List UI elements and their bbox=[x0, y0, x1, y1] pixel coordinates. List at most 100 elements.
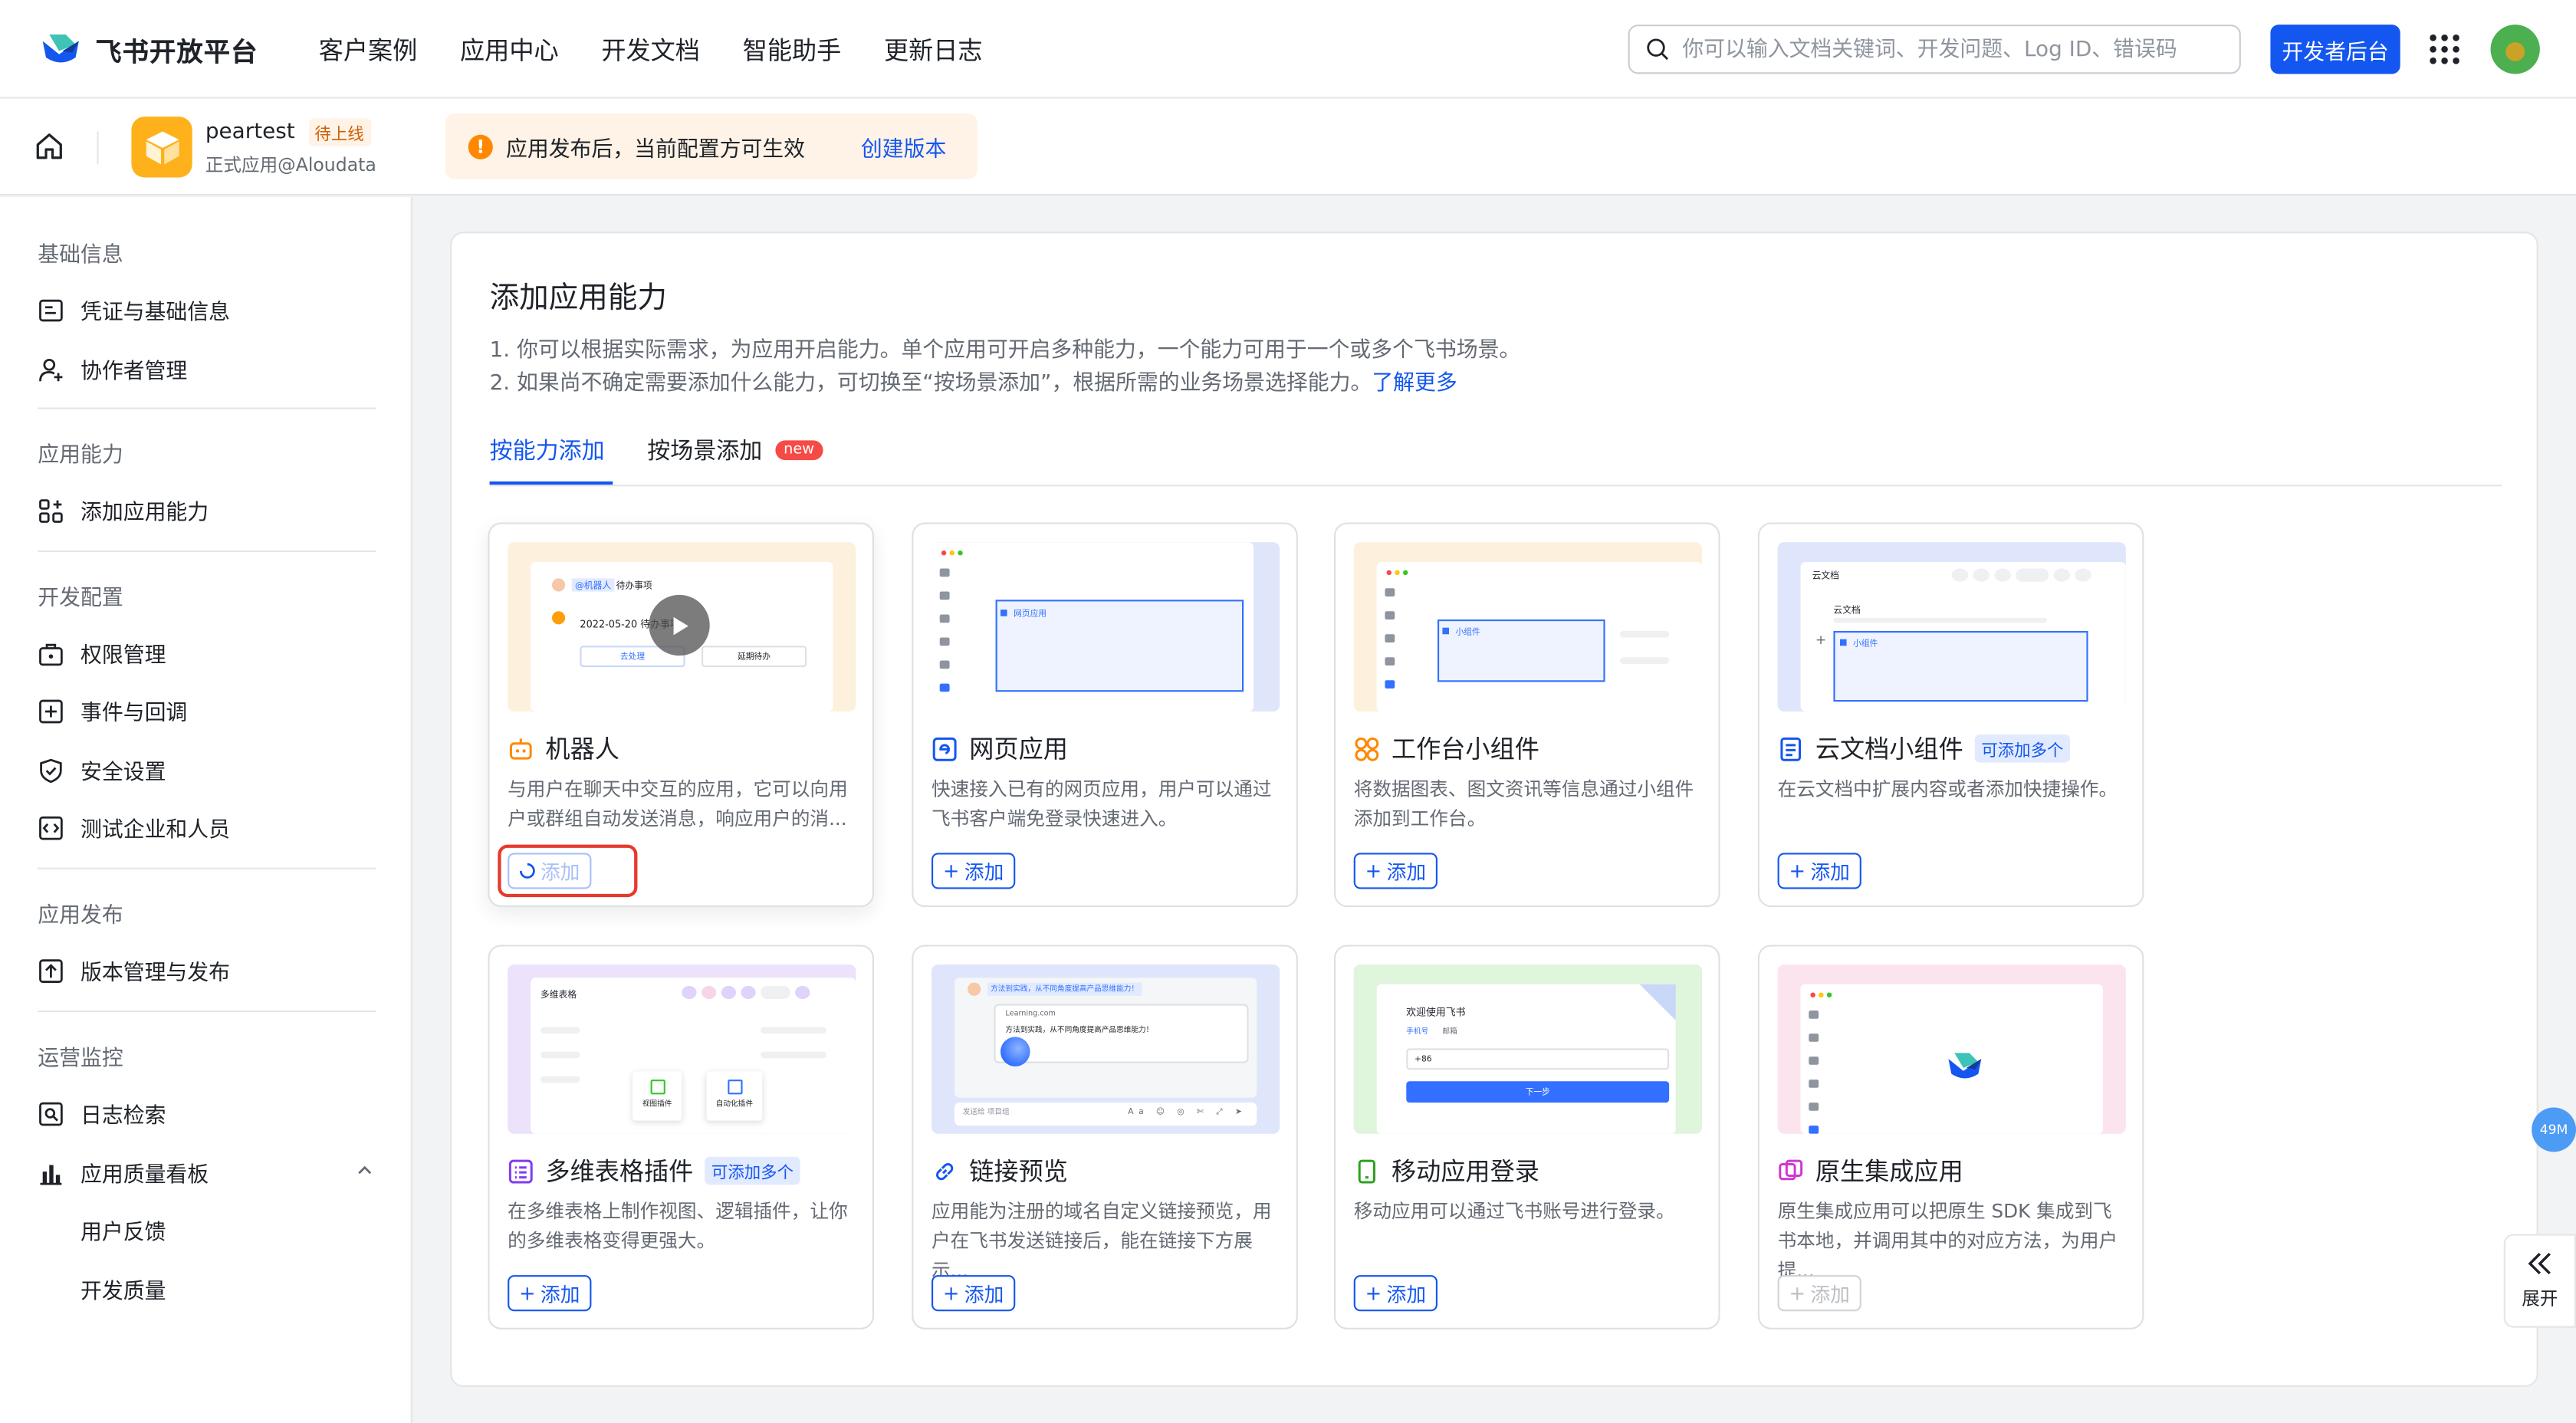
sidebar-item-test-tenants[interactable]: 测试企业和人员 bbox=[38, 812, 230, 843]
toolbar-dots bbox=[682, 985, 810, 1000]
card-title: 多维表格插件 可添加多个 bbox=[508, 1154, 800, 1188]
sidebar-item-quality-dashboard[interactable]: 应用质量看板 bbox=[38, 1157, 209, 1188]
add-button[interactable]: + 添加 bbox=[1777, 853, 1861, 889]
add-label: 添加 bbox=[964, 859, 1004, 883]
app-launcher-icon[interactable] bbox=[2430, 35, 2459, 64]
sidebar-item-label: 版本管理与发布 bbox=[80, 961, 231, 986]
link-preview-image: 方法到实践，从不同角度提高产品思维能力！ Learning.com 方法到实践，… bbox=[932, 965, 1280, 1134]
window-dots bbox=[941, 550, 963, 556]
nav-item-assistant[interactable]: 智能助手 bbox=[743, 33, 842, 67]
create-version-link[interactable]: 创建版本 bbox=[861, 130, 946, 162]
card-title: 原生集成应用 bbox=[1778, 1154, 1963, 1188]
sidebar-item-collaborators[interactable]: 协作者管理 bbox=[38, 353, 187, 385]
search-box[interactable] bbox=[1628, 25, 2241, 74]
card-title-text: 机器人 bbox=[545, 735, 619, 764]
divider bbox=[38, 1011, 376, 1013]
add-label: 添加 bbox=[540, 1282, 580, 1306]
placeholder-bar bbox=[540, 1051, 580, 1059]
mention-chip: @机器人 bbox=[571, 578, 615, 592]
bar-chart-icon bbox=[40, 1164, 62, 1185]
capability-card-doc-widget[interactable]: 云文档 云文档 + 小组件 云文档小组件 可添加多个 在云文档中扩展内容或者添加… bbox=[1757, 522, 2144, 908]
add-label: 添加 bbox=[964, 1282, 1004, 1306]
nav-item-changelog[interactable]: 更新日志 bbox=[884, 33, 983, 67]
sidebar-item-label: 事件与回调 bbox=[80, 702, 188, 727]
developer-console-button[interactable]: 开发者后台 bbox=[2270, 25, 2400, 74]
widget-label: 小组件 bbox=[1455, 627, 1480, 638]
capability-card-web-app[interactable]: 网页应用 网页应用 快速接入已有的网页应用，用户可以通过飞书客户端免登录快速进入… bbox=[912, 522, 1298, 908]
add-button-disabled[interactable]: + 添加 bbox=[1777, 1275, 1861, 1312]
sidebar-subitem-dev-quality[interactable]: 开发质量 bbox=[80, 1273, 166, 1305]
sidebar-item-security[interactable]: 安全设置 bbox=[38, 754, 166, 785]
capability-card-base-plugin[interactable]: 多维表格 视图插件 自动化插件 多维表格插件 可添加多个 在多维表格上制作视图、… bbox=[488, 945, 874, 1329]
doc-title: 云文档 bbox=[1812, 571, 1839, 582]
sidebar-section-release: 应用发布 bbox=[38, 903, 123, 928]
nav-item-app-center[interactable]: 应用中心 bbox=[460, 33, 559, 67]
capability-card-native-app[interactable]: 原生集成应用 原生集成应用可以把原生 SDK 集成到飞书本地，并调用其中的对应方… bbox=[1757, 945, 2144, 1329]
capability-card-link-preview[interactable]: 方法到实践，从不同角度提高产品思维能力！ Learning.com 方法到实践，… bbox=[912, 945, 1298, 1329]
description-line-2: 2. 如果尚不确定需要添加什么能力，可切换至“按场景添加”，根据所需的业务场景选… bbox=[490, 365, 1457, 396]
sidebar-section-basic: 基础信息 bbox=[38, 243, 123, 268]
bot-avatar-mini bbox=[552, 611, 566, 625]
tab-by-capability[interactable]: 按能力添加 bbox=[490, 434, 605, 485]
nav-item-docs[interactable]: 开发文档 bbox=[601, 33, 700, 67]
sidebar-section-capability: 应用能力 bbox=[38, 443, 123, 468]
warning-icon: ! bbox=[468, 133, 493, 159]
preview-sidebar bbox=[1385, 588, 1398, 688]
doc-icon bbox=[1780, 736, 1801, 761]
square-icon bbox=[1840, 639, 1847, 646]
qr-corner-icon bbox=[1639, 984, 1676, 1020]
tab-label: 按能力添加 bbox=[489, 439, 605, 465]
tab-bar: 按能力添加 按场景添加 new bbox=[490, 434, 823, 485]
widget-grid-icon bbox=[1355, 736, 1379, 761]
home-icon[interactable] bbox=[34, 131, 64, 161]
card-title-text: 多维表格插件 bbox=[545, 1156, 694, 1187]
card-title: 网页应用 bbox=[932, 731, 1068, 766]
shield-icon bbox=[40, 758, 62, 783]
expand-panel-button[interactable]: 展开 bbox=[2503, 1234, 2576, 1328]
capability-card-mobile-login[interactable]: 欢迎使用飞书 手机号 邮箱 +86 下一步 移动应用登录 移动应用可以通过飞书账… bbox=[1334, 945, 1720, 1329]
brand-logo[interactable]: 飞书开放平台 bbox=[39, 30, 258, 69]
next-button-mock: 下一步 bbox=[1406, 1081, 1670, 1103]
card-title-text: 移动应用登录 bbox=[1392, 1156, 1539, 1187]
sidebar-item-credentials[interactable]: 凭证与基础信息 bbox=[38, 294, 230, 325]
card-description: 应用能为注册的域名自定义链接预览，用户在飞书发送链接后，能在链接下方展示... bbox=[932, 1199, 1272, 1282]
play-icon[interactable] bbox=[649, 594, 710, 656]
welcome-title: 欢迎使用飞书 bbox=[1406, 1007, 1466, 1019]
toolbar-dots bbox=[1951, 568, 2091, 582]
sidebar-subitem-feedback[interactable]: 用户反馈 bbox=[80, 1214, 166, 1245]
memory-indicator[interactable]: 49M bbox=[2532, 1107, 2576, 1152]
add-button[interactable]: + 添加 bbox=[932, 1275, 1016, 1312]
add-user-icon bbox=[39, 357, 63, 381]
status-badge: 待上线 bbox=[307, 118, 371, 146]
add-button[interactable]: + 添加 bbox=[932, 853, 1016, 889]
sidebar-item-log-search[interactable]: 日志检索 bbox=[38, 1098, 166, 1129]
add-button[interactable]: + 添加 bbox=[508, 1275, 592, 1312]
add-button[interactable]: + 添加 bbox=[1353, 853, 1438, 889]
log-search-icon bbox=[39, 1101, 63, 1126]
user-avatar[interactable] bbox=[2490, 25, 2540, 74]
task-title: 待办事项 bbox=[616, 581, 652, 592]
divider bbox=[38, 407, 376, 409]
search-input[interactable] bbox=[1682, 37, 2208, 62]
sidebar-item-label: 协作者管理 bbox=[80, 360, 188, 385]
tab-by-scenario[interactable]: 按场景添加 new bbox=[647, 434, 823, 485]
capability-card-workplace-widget[interactable]: 小组件 工作台小组件 将数据图表、图文资讯等信息通过小组件添加到工作台。 + 添加 bbox=[1334, 522, 1720, 908]
briefcase-lock-icon bbox=[39, 642, 63, 665]
learn-more-link[interactable]: 了解更多 bbox=[1372, 371, 1457, 396]
sidebar-item-add-capability[interactable]: 添加应用能力 bbox=[38, 495, 209, 526]
sidebar-item-events[interactable]: 事件与回调 bbox=[38, 695, 188, 727]
square-icon bbox=[1442, 627, 1449, 635]
preview-window: 多维表格 视图插件 自动化插件 bbox=[531, 978, 856, 1134]
plus-icon: + bbox=[1789, 1281, 1806, 1305]
native-app-icon bbox=[1779, 1158, 1803, 1180]
view-plugin-icon bbox=[649, 1080, 665, 1095]
web-app-label: 网页应用 bbox=[1014, 610, 1047, 619]
add-button[interactable]: + 添加 bbox=[1353, 1275, 1438, 1312]
sidebar-item-versions[interactable]: 版本管理与发布 bbox=[38, 955, 230, 986]
nav-item-cases[interactable]: 客户案例 bbox=[319, 33, 418, 67]
sidebar-item-permissions[interactable]: 权限管理 bbox=[38, 638, 166, 669]
add-label: 添加 bbox=[1810, 859, 1850, 883]
chevron-up-icon[interactable] bbox=[356, 1162, 373, 1178]
app-subtitle: 正式应用@Aloudata bbox=[205, 154, 376, 176]
card-description: 快速接入已有的网页应用，用户可以通过飞书客户端免登录快速进入。 bbox=[932, 777, 1272, 830]
